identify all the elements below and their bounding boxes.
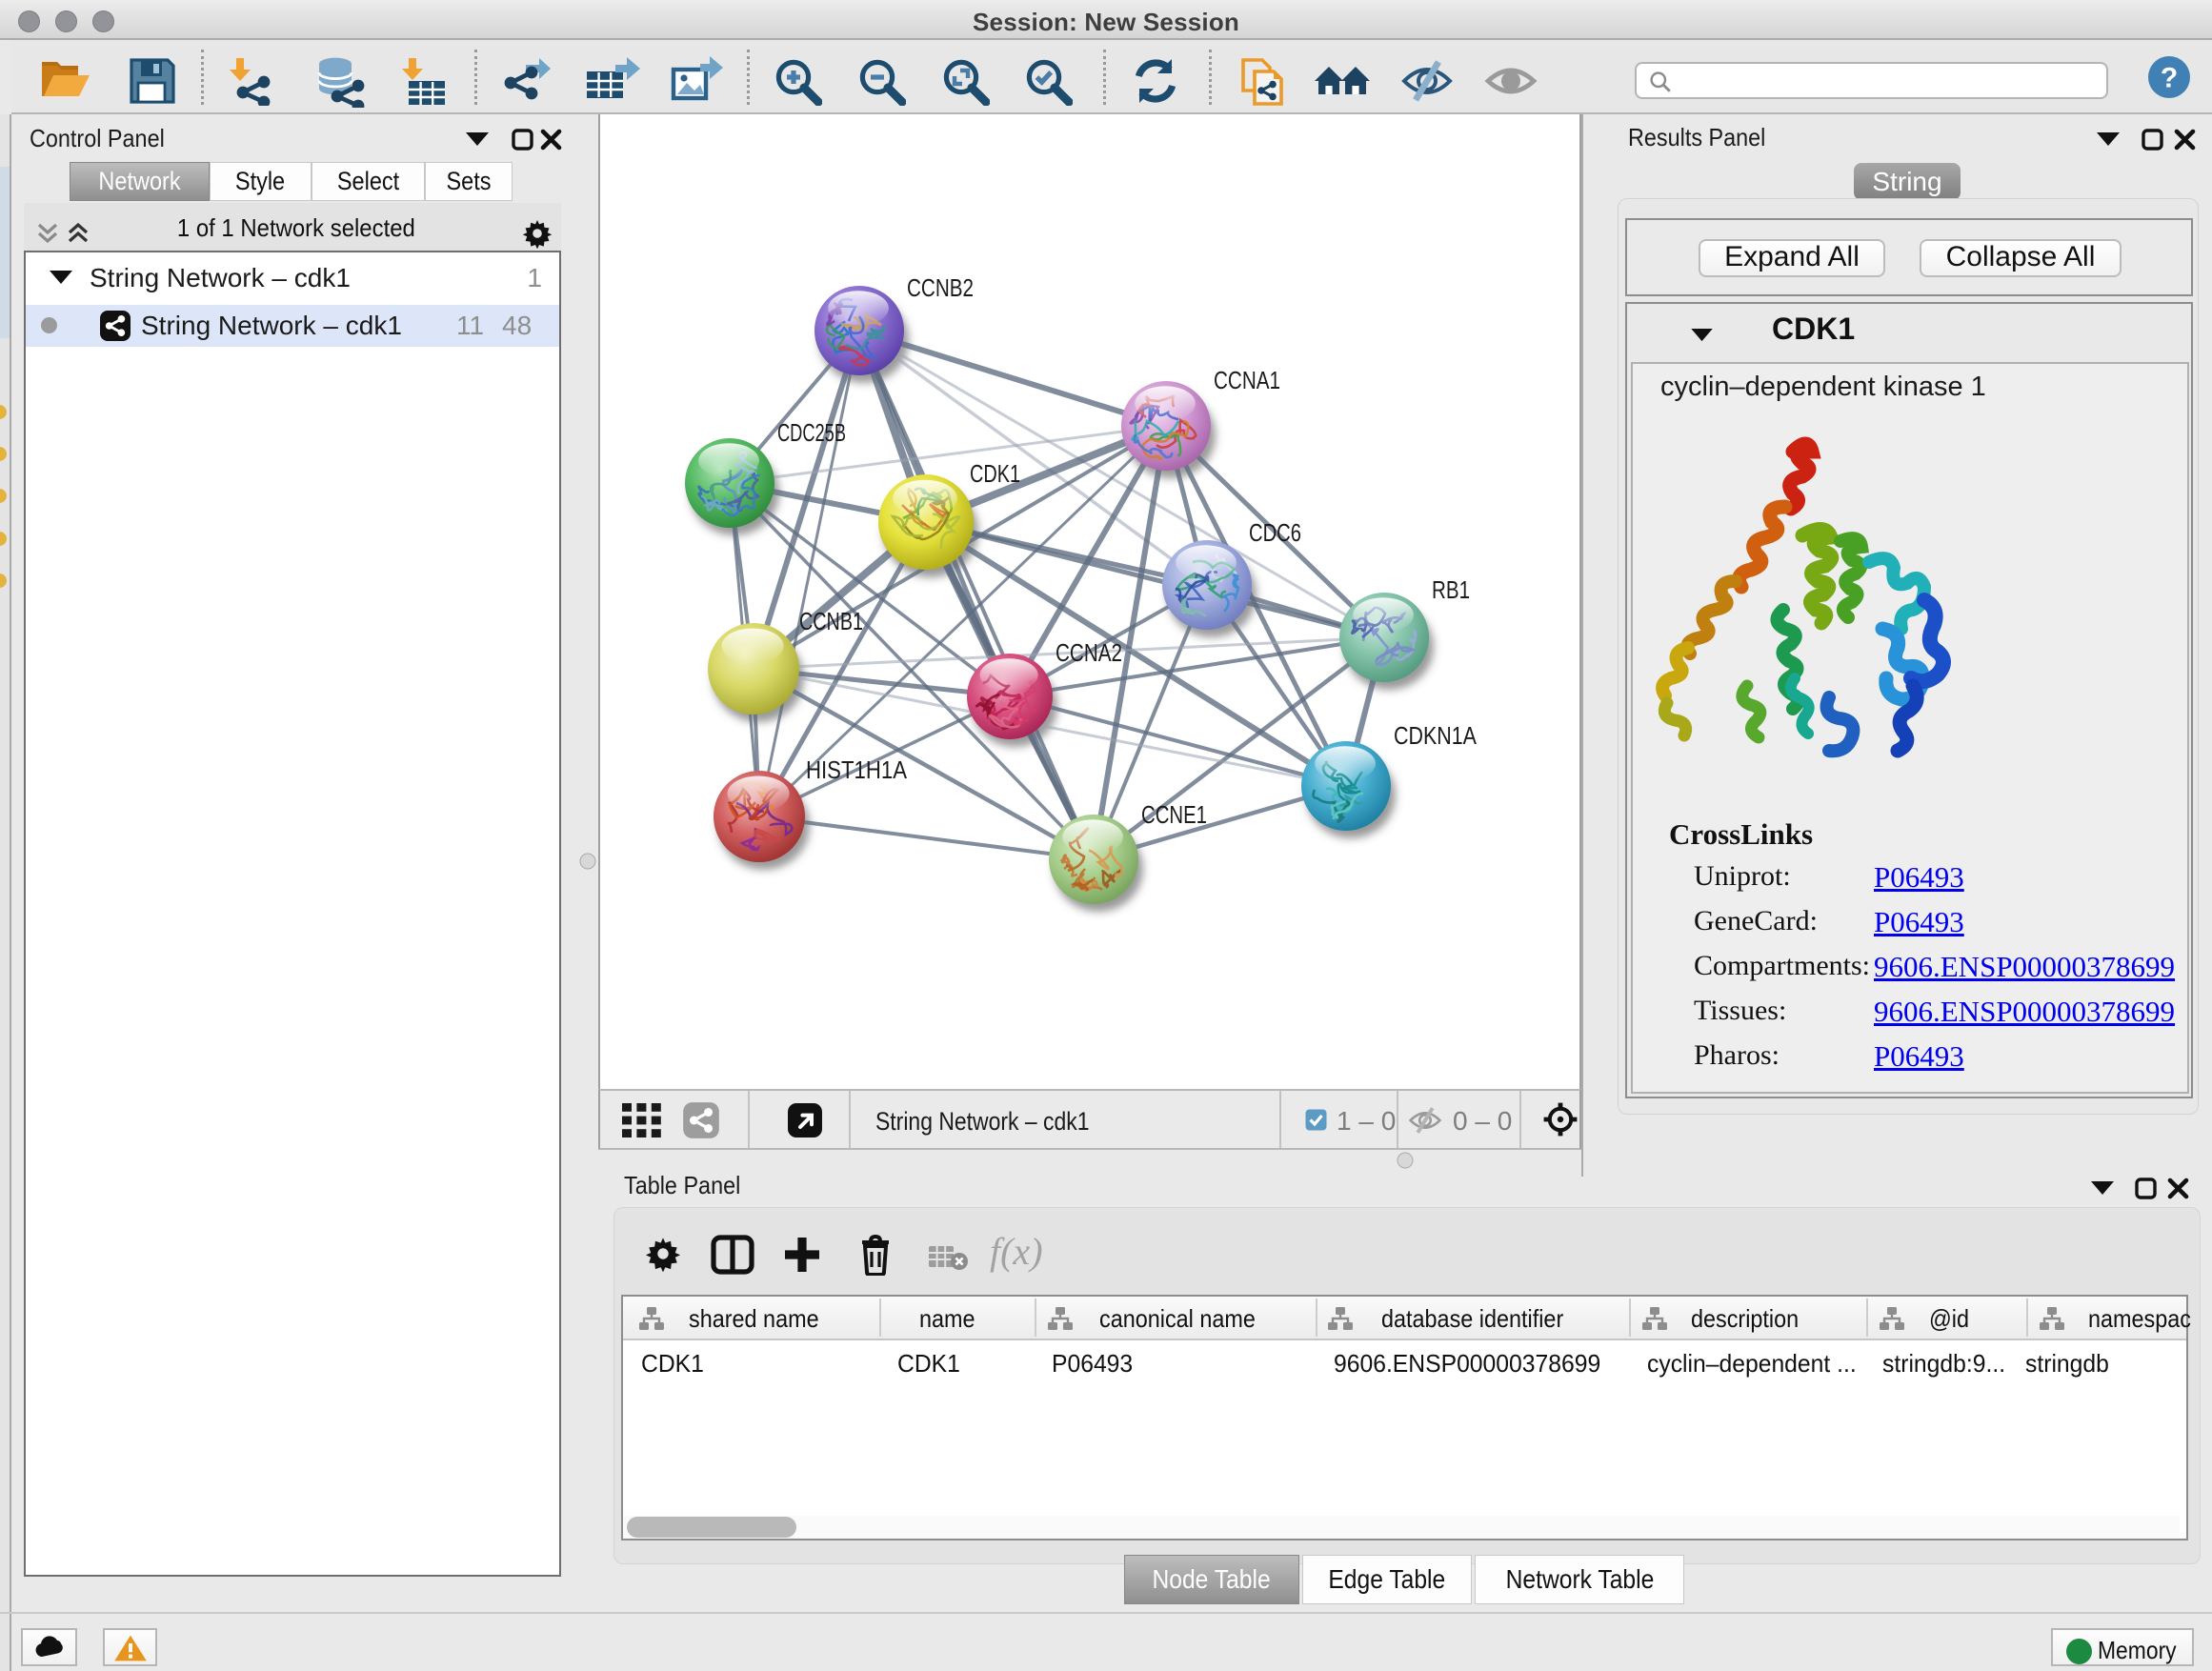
svg-text:CDKN1A: CDKN1A — [1394, 721, 1478, 750]
svg-text:?: ? — [2161, 63, 2178, 94]
svg-text:CCNA1: CCNA1 — [1214, 366, 1280, 394]
svg-text:RB1: RB1 — [1432, 575, 1470, 604]
svg-text:CCNB2: CCNB2 — [907, 273, 974, 302]
svg-text:CDC25B: CDC25B — [777, 418, 846, 447]
svg-text:CCNB1: CCNB1 — [799, 607, 863, 635]
svg-text:CDK1: CDK1 — [970, 459, 1020, 488]
svg-text:CDC6: CDC6 — [1249, 518, 1301, 547]
svg-text:CCNA2: CCNA2 — [1056, 638, 1122, 667]
svg-text:HIST1H1A: HIST1H1A — [806, 755, 908, 784]
svg-text:CCNE1: CCNE1 — [1141, 800, 1207, 829]
